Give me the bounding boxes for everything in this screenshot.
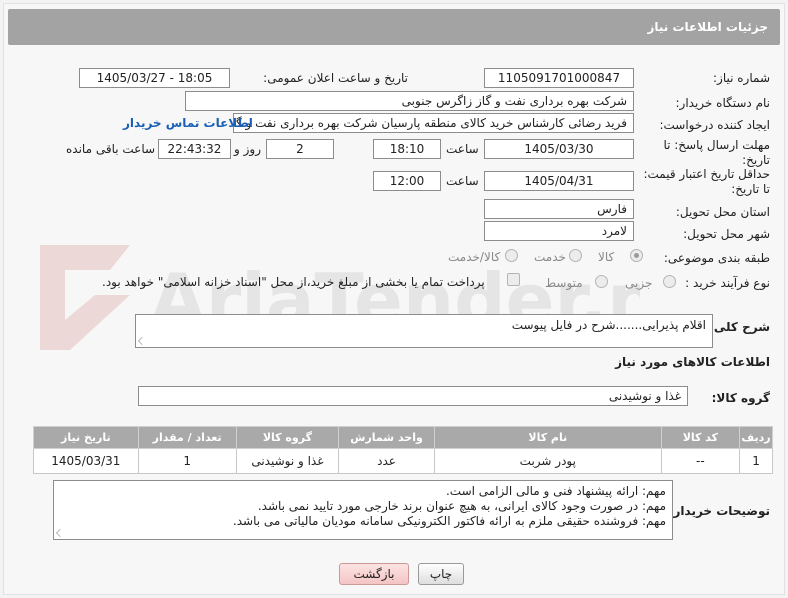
deadline-date-field[interactable]: 1405/03/30 (484, 139, 634, 159)
remaining-time-field[interactable]: 22:43:32 (158, 139, 231, 159)
col-need-date: تاریخ نیاز (33, 426, 139, 449)
requester-label: ایجاد کننده درخواست: (659, 118, 770, 132)
price-validity-label-date: تا تاریخ: (731, 182, 770, 196)
description-field[interactable]: اقلام پذیرایی.......شرح در فایل پیوست (135, 314, 713, 348)
process-partial-label: جزیی (625, 276, 653, 290)
requester-field[interactable]: فرید رضائی کارشناس خرید کالای منطقه پارس… (233, 113, 634, 133)
cell-code: -- (660, 448, 741, 474)
goods-group-field[interactable]: غذا و نوشیدنی (138, 386, 688, 406)
price-time-field[interactable]: 12:00 (373, 171, 441, 191)
category-goods-service-label: کالا/خدمت (448, 250, 501, 264)
price-time-label: ساعت (446, 174, 479, 188)
days-label: روز و (234, 142, 261, 156)
need-number-label: شماره نیاز: (713, 71, 770, 85)
goods-table: ردیف کد کالا نام کالا واحد شمارش گروه کا… (33, 426, 773, 474)
days-field[interactable]: 2 (266, 139, 334, 159)
price-validity-label: حداقل تاریخ اعتبار قیمت: (643, 167, 770, 181)
table-row[interactable]: 1 -- پودر شربت عدد غذا و نوشیدنی 1 1405/… (33, 448, 773, 474)
city-label: شهر محل تحویل: (683, 227, 770, 241)
col-code: کد کالا (660, 426, 741, 449)
note-line: مهم: ارائه پیشنهاد فنی و مالی الزامی است… (445, 484, 666, 498)
goods-table-header: ردیف کد کالا نام کالا واحد شمارش گروه کا… (33, 426, 773, 449)
resize-grip-icon[interactable] (56, 529, 64, 537)
deadline-label: مهلت ارسال پاسخ: تا (663, 138, 770, 152)
buyer-org-field[interactable]: شرکت بهره برداری نفت و گاز زاگرس جنوبی (185, 91, 634, 111)
process-medium-label: متوسط (545, 276, 583, 290)
category-service-label: خدمت (534, 250, 566, 264)
cell-name: پودر شربت (434, 448, 662, 474)
buyer-contact-link[interactable]: اطلاعات تماس خریدار (123, 116, 253, 130)
col-row: ردیف (739, 426, 773, 449)
col-quantity: تعداد / مقدار (137, 426, 237, 449)
goods-group-label: گروه کالا: (711, 391, 770, 405)
note-line: مهم: فروشنده حقیقی ملزم به ارائه فاکتور … (232, 514, 666, 528)
buyer-org-label: نام دستگاه خریدار: (675, 96, 771, 110)
category-goods-radio[interactable] (630, 249, 643, 262)
province-field[interactable]: فارس (484, 199, 634, 219)
cell-quantity: 1 (137, 448, 237, 474)
category-label: طبقه بندی موضوعی: (663, 251, 770, 265)
page-header: جزئیات اطلاعات نیاز (8, 9, 780, 45)
print-button[interactable]: چاپ (418, 563, 464, 585)
need-number-field[interactable]: 1105091701000847 (484, 68, 634, 88)
category-goods-service-radio[interactable] (505, 249, 518, 262)
announce-field[interactable]: 1405/03/27 - 18:05 (79, 68, 230, 88)
treasury-payment-note: پرداخت تمام یا بخشی از مبلغ خرید،از محل … (102, 275, 485, 289)
category-service-radio[interactable] (569, 249, 582, 262)
price-date-field[interactable]: 1405/04/31 (484, 171, 634, 191)
process-type-label: نوع فرآیند خرید : (685, 276, 770, 290)
deadline-label-date: تاریخ: (742, 153, 770, 167)
province-label: استان محل تحویل: (675, 205, 770, 219)
back-button[interactable]: بازگشت (339, 563, 409, 585)
page-title: جزئیات اطلاعات نیاز (647, 20, 768, 34)
col-unit: واحد شمارش (338, 426, 435, 449)
cell-group: غذا و نوشیدنی (235, 448, 340, 474)
announce-label: تاریخ و ساعت اعلان عمومی: (263, 71, 408, 85)
treasury-payment-checkbox[interactable] (507, 273, 520, 286)
deadline-time-field[interactable]: 18:10 (373, 139, 441, 159)
deadline-time-label: ساعت (446, 142, 479, 156)
process-medium-radio[interactable] (595, 275, 608, 288)
cell-row: 1 (739, 448, 773, 474)
col-name: نام کالا (434, 426, 662, 449)
col-group: گروه کالا (235, 426, 340, 449)
resize-grip-icon[interactable] (138, 337, 146, 345)
description-text: اقلام پذیرایی.......شرح در فایل پیوست (511, 318, 706, 332)
buyer-notes-label: توضیحات خریدار: (668, 504, 770, 518)
remaining-label: ساعت باقی مانده (66, 142, 156, 156)
goods-info-title: اطلاعات کالاهای مورد نیاز (615, 355, 770, 369)
category-goods-label: کالا (598, 250, 615, 264)
cell-unit: عدد (338, 448, 435, 474)
buyer-notes-field[interactable]: مهم: ارائه پیشنهاد فنی و مالی الزامی است… (53, 480, 673, 540)
city-field[interactable]: لامرد (484, 221, 634, 241)
process-partial-radio[interactable] (663, 275, 676, 288)
cell-need-date: 1405/03/31 (33, 448, 139, 474)
note-line: مهم: در صورت وجود کالای ایرانی، به هیچ ع… (257, 499, 666, 513)
